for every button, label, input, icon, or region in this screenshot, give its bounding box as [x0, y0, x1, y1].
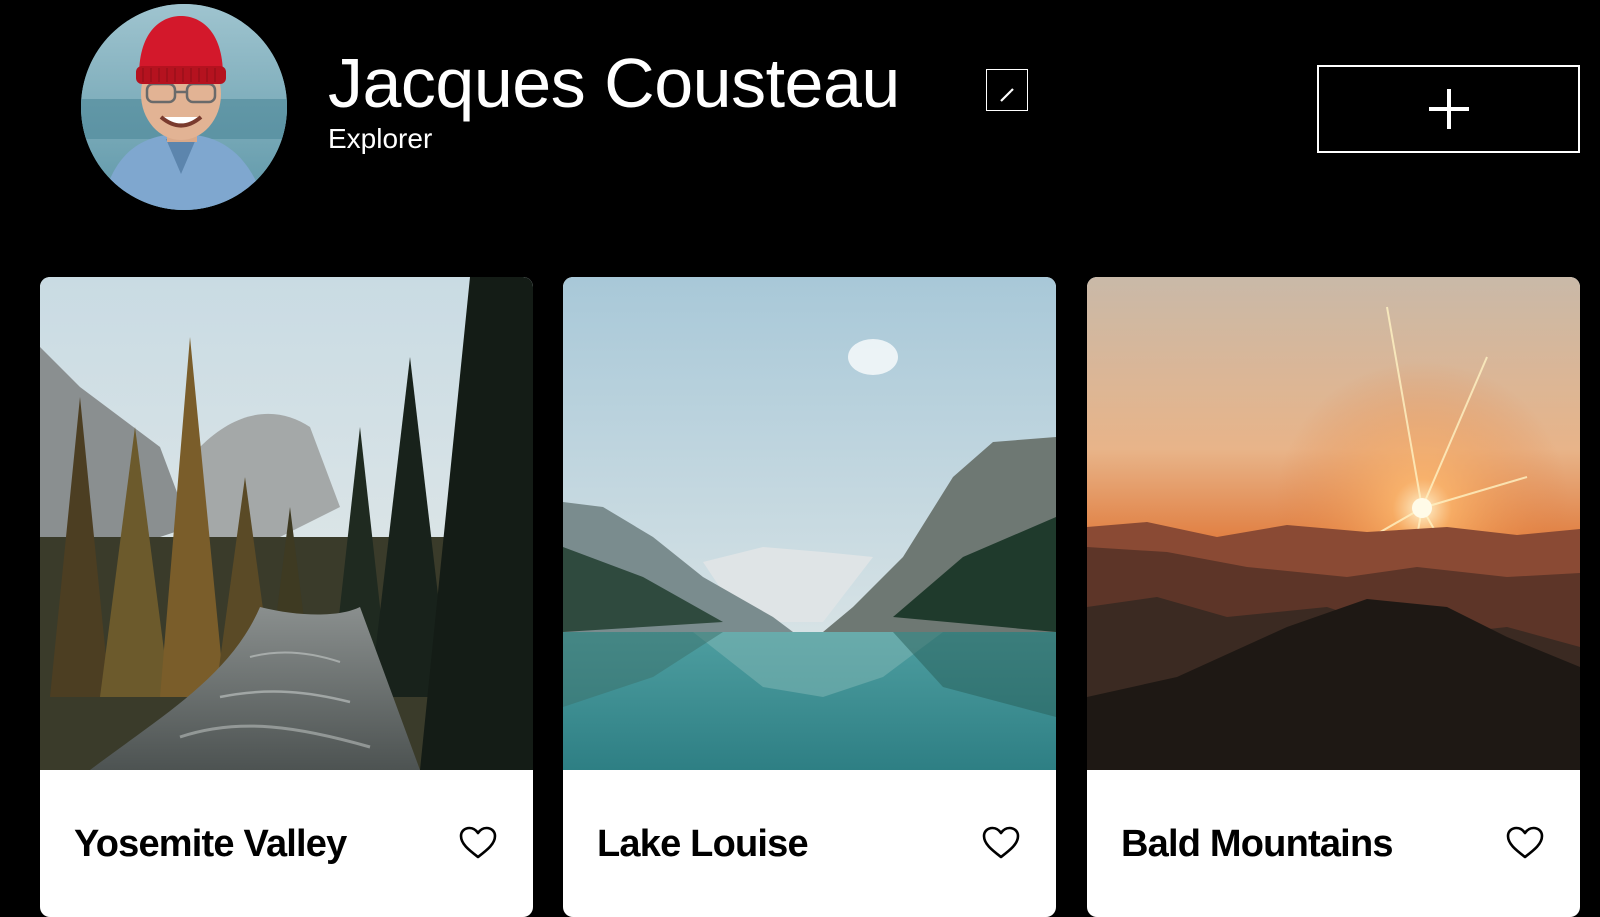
like-button[interactable]	[1506, 825, 1546, 861]
card-image[interactable]	[40, 277, 533, 770]
add-place-button[interactable]	[1317, 65, 1580, 153]
profile-info: Jacques Cousteau Explorer	[328, 48, 900, 156]
card-title: Lake Louise	[597, 823, 809, 865]
like-button[interactable]	[459, 825, 499, 861]
heart-outline-icon	[982, 826, 1020, 859]
profile-section: Jacques Cousteau Explorer	[0, 0, 1600, 240]
card-image[interactable]	[563, 277, 1056, 770]
card-footer: Bald Mountains	[1087, 770, 1580, 917]
card-title: Yosemite Valley	[74, 823, 347, 865]
card-footer: Lake Louise	[563, 770, 1056, 917]
card-image[interactable]	[1087, 277, 1580, 770]
heart-outline-icon	[459, 826, 497, 859]
plus-icon	[1428, 89, 1469, 129]
mountain-lake-photo	[563, 277, 1056, 770]
card-footer: Yosemite Valley	[40, 770, 533, 917]
avatar-photo	[81, 4, 287, 210]
profile-avatar[interactable]	[81, 4, 287, 210]
place-card: Yosemite Valley	[40, 277, 533, 917]
like-button[interactable]	[982, 825, 1022, 861]
card-title: Bald Mountains	[1121, 823, 1393, 865]
place-card: Bald Mountains	[1087, 277, 1580, 917]
pencil-icon	[1000, 88, 1014, 102]
edit-profile-button[interactable]	[986, 69, 1028, 111]
profile-name: Jacques Cousteau	[328, 44, 900, 122]
sunset-mountains-photo	[1087, 277, 1580, 770]
heart-outline-icon	[1506, 826, 1544, 859]
place-card: Lake Louise	[563, 277, 1056, 917]
forest-river-photo	[40, 277, 533, 770]
profile-about: Explorer	[328, 123, 433, 154]
